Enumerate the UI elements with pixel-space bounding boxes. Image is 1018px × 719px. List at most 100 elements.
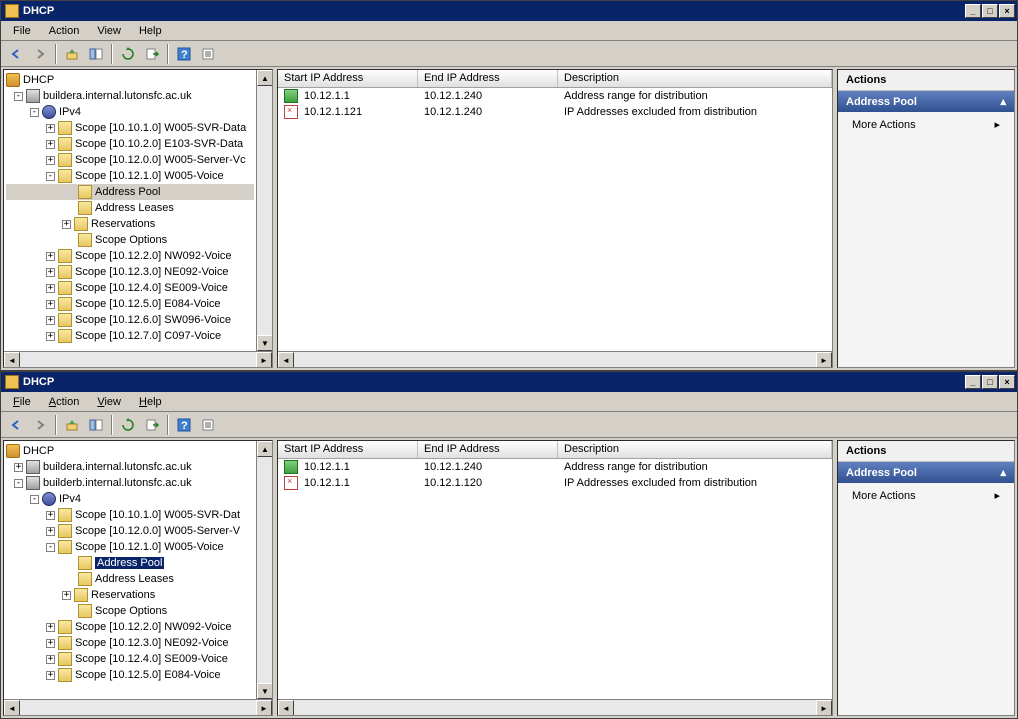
help-button[interactable]: ? [173, 43, 195, 65]
tree-scope[interactable]: +Scope [10.12.3.0] NE092-Voice [6, 635, 254, 651]
scroll-up-icon[interactable]: ▲ [257, 70, 272, 86]
expand-icon[interactable]: + [46, 623, 55, 632]
expand-icon[interactable]: + [46, 655, 55, 664]
show-hide-tree-button[interactable] [85, 43, 107, 65]
expand-icon[interactable]: + [46, 316, 55, 325]
tree-scope[interactable]: +Scope [10.12.2.0] NW092-Voice [6, 619, 254, 635]
menu-action[interactable]: Action [41, 394, 88, 410]
back-button[interactable] [5, 43, 27, 65]
close-button[interactable]: × [999, 4, 1015, 18]
collapse-icon[interactable]: - [30, 108, 39, 117]
expand-icon[interactable]: + [46, 140, 55, 149]
expand-icon[interactable]: + [62, 220, 71, 229]
more-actions-item[interactable]: More Actions▸ [838, 483, 1014, 508]
collapse-icon[interactable]: - [30, 495, 39, 504]
scroll-left-icon[interactable]: ◄ [278, 700, 294, 716]
tree-ipv4[interactable]: -IPv4 [6, 491, 254, 507]
scroll-right-icon[interactable]: ► [816, 352, 832, 368]
tree-scope[interactable]: +Scope [10.12.0.0] W005-Server-Vc [6, 152, 254, 168]
menu-action[interactable]: Action [41, 23, 88, 39]
tree-root[interactable]: DHCP [6, 72, 254, 88]
list-body[interactable]: 10.12.1.1 10.12.1.240 Address range for … [278, 459, 832, 699]
export-button[interactable] [141, 43, 163, 65]
properties-button[interactable] [197, 414, 219, 436]
tree-address-pool[interactable]: Address Pool [6, 184, 254, 200]
scroll-left-icon[interactable]: ◄ [278, 352, 294, 368]
col-description[interactable]: Description [558, 441, 832, 458]
minimize-button[interactable]: _ [965, 375, 981, 389]
menu-file[interactable]: File [5, 23, 39, 39]
titlebar[interactable]: DHCP _ □ × [1, 1, 1017, 21]
expand-icon[interactable]: + [46, 124, 55, 133]
menu-file[interactable]: File [5, 394, 39, 410]
tree-scope-expanded[interactable]: -Scope [10.12.1.0] W005-Voice [6, 539, 254, 555]
expand-icon[interactable]: + [46, 284, 55, 293]
col-start-ip[interactable]: Start IP Address [278, 70, 418, 87]
collapse-icon[interactable]: - [46, 543, 55, 552]
tree-server[interactable]: +buildera.internal.lutonsfc.ac.uk [6, 459, 254, 475]
tree-scope[interactable]: +Scope [10.12.5.0] E084-Voice [6, 667, 254, 683]
tree-scope-expanded[interactable]: -Scope [10.12.1.0] W005-Voice [6, 168, 254, 184]
menu-help[interactable]: Help [131, 23, 170, 39]
list-hscroll[interactable]: ◄► [278, 351, 832, 367]
properties-button[interactable] [197, 43, 219, 65]
tree-address-pool[interactable]: Address Pool [6, 555, 254, 571]
expand-icon[interactable]: + [46, 156, 55, 165]
forward-button[interactable] [29, 43, 51, 65]
scroll-left-icon[interactable]: ◄ [4, 700, 20, 716]
expand-icon[interactable]: + [46, 671, 55, 680]
export-button[interactable] [141, 414, 163, 436]
tree-hscroll[interactable]: ◄► [4, 351, 272, 367]
expand-icon[interactable]: + [46, 527, 55, 536]
tree-reservations[interactable]: +Reservations [6, 587, 254, 603]
expand-icon[interactable]: + [46, 252, 55, 261]
scroll-left-icon[interactable]: ◄ [4, 352, 20, 368]
menu-view[interactable]: View [89, 394, 129, 410]
scroll-down-icon[interactable]: ▼ [257, 683, 272, 699]
col-description[interactable]: Description [558, 70, 832, 87]
maximize-button[interactable]: □ [982, 375, 998, 389]
list-row[interactable]: 10.12.1.121 10.12.1.240 IP Addresses exc… [278, 104, 832, 120]
tree-address-leases[interactable]: Address Leases [6, 200, 254, 216]
tree-scope[interactable]: +Scope [10.12.6.0] SW096-Voice [6, 312, 254, 328]
scope-tree[interactable]: DHCP -buildera.internal.lutonsfc.ac.uk -… [4, 70, 256, 351]
maximize-button[interactable]: □ [982, 4, 998, 18]
collapse-icon[interactable]: - [46, 172, 55, 181]
tree-server[interactable]: -buildera.internal.lutonsfc.ac.uk [6, 88, 254, 104]
collapse-icon[interactable]: - [14, 92, 23, 101]
refresh-button[interactable] [117, 43, 139, 65]
tree-scope[interactable]: +Scope [10.12.7.0] C097-Voice [6, 328, 254, 344]
tree-scope[interactable]: +Scope [10.10.2.0] E103-SVR-Data [6, 136, 254, 152]
tree-scope[interactable]: +Scope [10.12.0.0] W005-Server-V [6, 523, 254, 539]
titlebar[interactable]: DHCP _ □ × [1, 372, 1017, 392]
tree-scope[interactable]: +Scope [10.10.1.0] W005-SVR-Dat [6, 507, 254, 523]
menu-help[interactable]: Help [131, 394, 170, 410]
close-button[interactable]: × [999, 375, 1015, 389]
expand-icon[interactable]: + [46, 639, 55, 648]
refresh-button[interactable] [117, 414, 139, 436]
col-end-ip[interactable]: End IP Address [418, 441, 558, 458]
actions-section[interactable]: Address Pool▴ [838, 462, 1014, 483]
tree-scope-options[interactable]: Scope Options [6, 603, 254, 619]
minimize-button[interactable]: _ [965, 4, 981, 18]
scroll-right-icon[interactable]: ► [816, 700, 832, 716]
expand-icon[interactable]: + [46, 332, 55, 341]
back-button[interactable] [5, 414, 27, 436]
expand-icon[interactable]: + [62, 591, 71, 600]
tree-scope[interactable]: +Scope [10.12.3.0] NE092-Voice [6, 264, 254, 280]
tree-scope[interactable]: +Scope [10.12.2.0] NW092-Voice [6, 248, 254, 264]
scroll-up-icon[interactable]: ▲ [257, 441, 272, 457]
forward-button[interactable] [29, 414, 51, 436]
expand-icon[interactable]: + [46, 511, 55, 520]
collapse-icon[interactable]: - [14, 479, 23, 488]
expand-icon[interactable]: + [46, 268, 55, 277]
tree-scope-options[interactable]: Scope Options [6, 232, 254, 248]
col-start-ip[interactable]: Start IP Address [278, 441, 418, 458]
menu-view[interactable]: View [89, 23, 129, 39]
tree-hscroll[interactable]: ◄► [4, 699, 272, 715]
scope-tree[interactable]: DHCP +buildera.internal.lutonsfc.ac.uk -… [4, 441, 256, 699]
more-actions-item[interactable]: More Actions▸ [838, 112, 1014, 137]
list-body[interactable]: 10.12.1.1 10.12.1.240 Address range for … [278, 88, 832, 351]
tree-address-leases[interactable]: Address Leases [6, 571, 254, 587]
up-button[interactable] [61, 414, 83, 436]
